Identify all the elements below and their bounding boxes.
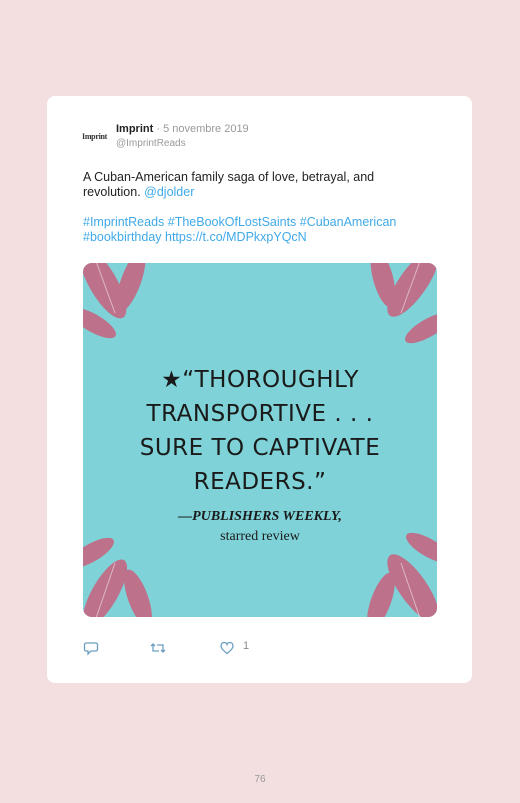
- name-line: Imprint · 5 novembre 2019: [116, 123, 249, 135]
- tweet-header: Imprint Imprint · 5 novembre 2019 @Impri…: [82, 122, 442, 154]
- quote-line-1: ★“THOROUGHLY: [161, 367, 359, 393]
- hashtags-line-2[interactable]: #bookbirthday https://t.co/MDPkxpYQcN: [83, 230, 423, 245]
- heart-icon[interactable]: [219, 639, 235, 657]
- hashtags-line-1[interactable]: #ImprintReads #TheBookOfLostSaints #Cuba…: [83, 215, 423, 230]
- quote-line-2: TRANSPORTIVE . . .: [146, 401, 374, 427]
- separator: ·: [153, 123, 164, 135]
- tweet-card: Imprint Imprint · 5 novembre 2019 @Impri…: [47, 96, 472, 683]
- tweet-image[interactable]: ★“THOROUGHLY TRANSPORTIVE . . . SURE TO …: [83, 263, 437, 617]
- tweet-text: A Cuban-American family saga of love, be…: [83, 170, 413, 200]
- review-attribution: —PUBLISHERS WEEKLY,: [178, 509, 342, 524]
- review-type: starred review: [220, 529, 300, 544]
- quote-line-4: READERS.”: [193, 469, 327, 495]
- retweet-icon[interactable]: [149, 639, 167, 657]
- like-count: 1: [243, 640, 250, 652]
- tweet-actions: 1: [83, 639, 283, 657]
- quote-line-3: SURE TO CAPTIVATE: [139, 435, 381, 461]
- tweet-text-body: A Cuban-American family saga of love, be…: [83, 170, 375, 199]
- reply-icon[interactable]: [83, 639, 99, 657]
- hashtags: #ImprintReads #TheBookOfLostSaints #Cuba…: [83, 215, 423, 245]
- avatar[interactable]: Imprint: [82, 129, 112, 145]
- page-number: 76: [254, 774, 266, 785]
- review-quote: ★“THOROUGHLY TRANSPORTIVE . . . SURE TO …: [83, 363, 437, 499]
- mention-link[interactable]: @djolder: [144, 185, 194, 199]
- account-handle[interactable]: @ImprintReads: [116, 138, 186, 149]
- account-name[interactable]: Imprint: [116, 123, 153, 135]
- tweet-date[interactable]: 5 novembre 2019: [163, 123, 249, 135]
